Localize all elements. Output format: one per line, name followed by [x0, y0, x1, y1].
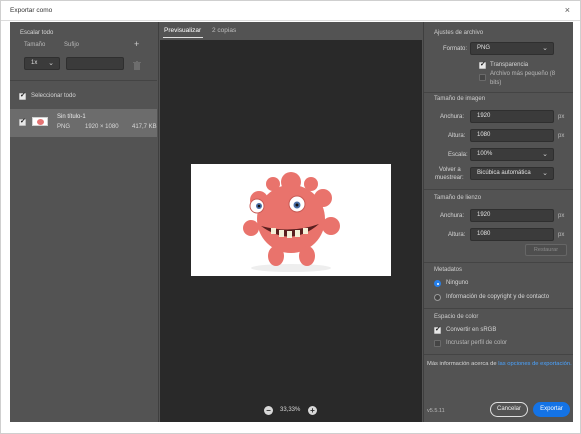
canvas-height-label: Altura:	[448, 232, 466, 238]
metadata-copyright-label: Información de copyright y de contacto	[446, 294, 550, 300]
chevron-down-icon: ⌄	[48, 60, 54, 67]
select-all-label: Seleccionar todo	[31, 93, 76, 99]
preview-image	[191, 164, 391, 276]
dialog-body: Escalar todo Tamaño Sufijo + 1x ⌄ Selecc…	[10, 22, 573, 422]
file-thumbnail	[32, 117, 48, 126]
divider	[424, 262, 573, 263]
canvas-size-header: Tamaño de lienzo	[434, 195, 482, 201]
scale-size-value: 1x	[31, 60, 38, 66]
file-checkbox[interactable]	[19, 117, 26, 126]
canvas-width-value: 1920	[477, 212, 491, 218]
canvas-height-unit: px	[558, 232, 565, 238]
reset-button[interactable]: Restaurar	[525, 244, 567, 256]
image-width-label: Anchura:	[440, 114, 465, 120]
zoom-controls: − 33,33% +	[160, 405, 422, 419]
divider	[424, 354, 573, 355]
scale-value: 100%	[477, 151, 493, 157]
embed-profile-checkbox[interactable]	[434, 340, 441, 347]
file-list-item[interactable]: Sin título-1 PNG 1920 × 1080 417,7 KB	[10, 109, 157, 137]
tab-preview[interactable]: Previsualizar	[164, 27, 201, 34]
color-space-header: Espacio de color	[434, 314, 479, 320]
divider	[424, 92, 573, 93]
smaller-file-label: Archivo más pequeño (8	[490, 71, 556, 77]
image-width-value: 1920	[477, 113, 491, 119]
image-height-unit: px	[558, 133, 565, 139]
metadata-none-radio[interactable]	[434, 280, 441, 287]
file-name: Sin título-1	[57, 114, 86, 120]
preview-tabs: Previsualizar 2 copias	[160, 22, 422, 39]
image-width-input[interactable]: 1920	[470, 110, 554, 123]
active-tab-indicator	[163, 37, 203, 38]
convert-srgb-label: Convertir en sRGB	[446, 327, 497, 333]
smaller-file-label-cont: bits)	[490, 80, 502, 86]
zoom-in-icon[interactable]: +	[308, 406, 317, 415]
divider	[424, 308, 573, 309]
canvas-width-input[interactable]: 1920	[470, 209, 554, 222]
metadata-header: Metadatos	[434, 267, 463, 273]
image-height-value: 1080	[477, 132, 491, 138]
divider	[424, 189, 573, 190]
canvas-width-label: Anchura:	[440, 213, 465, 219]
version-label: v5.5.11	[427, 408, 445, 414]
tab-two-copies[interactable]: 2 copias	[212, 27, 236, 34]
scale-select[interactable]: 100% ⌄	[470, 148, 554, 161]
transparency-label: Transparencia	[490, 62, 529, 68]
suffix-column-label: Sufijo	[64, 42, 80, 48]
canvas-height-input[interactable]: 1080	[470, 228, 554, 241]
file-dimensions: 1920 × 1080	[85, 124, 119, 130]
more-info-text: Más información acerca de las opciones d…	[427, 361, 572, 367]
left-panel: Escalar todo Tamaño Sufijo + 1x ⌄ Selecc…	[10, 22, 159, 422]
scale-label: Escala:	[448, 152, 468, 158]
image-width-unit: px	[558, 114, 565, 120]
resample-value: Bicúbica automática	[477, 170, 531, 176]
chevron-down-icon: ⌄	[542, 45, 548, 52]
zoom-level: 33,33%	[280, 407, 301, 413]
image-height-input[interactable]: 1080	[470, 129, 554, 142]
export-as-window: Exportar como × Escalar todo Tamaño Sufi…	[0, 0, 581, 434]
settings-panel: Ajustes de archivo Formato: PNG ⌄ Transp…	[423, 22, 573, 422]
add-scale-icon[interactable]: +	[134, 39, 139, 49]
scale-size-select[interactable]: 1x ⌄	[24, 57, 60, 70]
file-format: PNG	[57, 124, 71, 130]
more-info-prefix: Más información acerca de	[427, 361, 497, 367]
file-size: 417,7 KB	[132, 124, 157, 130]
format-label: Formato:	[443, 46, 468, 52]
cancel-button[interactable]: Cancelar	[490, 402, 528, 417]
format-value: PNG	[477, 45, 491, 51]
scale-all-header: Escalar todo	[20, 30, 54, 36]
metadata-none-label: Ninguno	[446, 280, 469, 286]
smaller-file-checkbox[interactable]	[479, 74, 486, 81]
export-options-link[interactable]: las opciones de exportación.	[498, 361, 571, 367]
file-settings-header: Ajustes de archivo	[434, 30, 484, 36]
preview-canvas: − 33,33% +	[160, 40, 422, 422]
image-height-label: Altura:	[448, 133, 466, 139]
metadata-copyright-radio[interactable]	[434, 294, 441, 301]
window-title: Exportar como	[10, 7, 53, 14]
resample-label: Volver a	[439, 167, 461, 173]
size-column-label: Tamaño	[24, 42, 46, 48]
format-select[interactable]: PNG ⌄	[470, 42, 554, 55]
resample-label-cont: muestrear:	[435, 175, 464, 181]
select-all-checkbox[interactable]	[19, 91, 26, 100]
embed-profile-label: Incrustar perfil de color	[446, 340, 508, 346]
transparency-checkbox[interactable]	[479, 60, 486, 69]
monster-illustration	[243, 172, 340, 272]
chevron-down-icon: ⌄	[542, 151, 548, 158]
divider	[10, 80, 157, 81]
close-icon[interactable]: ×	[565, 5, 570, 15]
canvas-height-value: 1080	[477, 231, 491, 237]
canvas-width-unit: px	[558, 213, 565, 219]
title-bar: Exportar como ×	[1, 1, 580, 21]
zoom-out-icon[interactable]: −	[264, 406, 273, 415]
image-size-header: Tamaño de imagen	[434, 96, 486, 102]
suffix-input[interactable]	[66, 57, 124, 70]
convert-srgb-checkbox[interactable]	[434, 325, 441, 334]
trash-icon[interactable]	[133, 58, 141, 76]
preview-panel: Previsualizar 2 copias − 33,33% +	[160, 22, 422, 422]
chevron-down-icon: ⌄	[542, 170, 548, 177]
resample-select[interactable]: Bicúbica automática ⌄	[470, 167, 554, 180]
export-button[interactable]: Exportar	[533, 402, 570, 417]
